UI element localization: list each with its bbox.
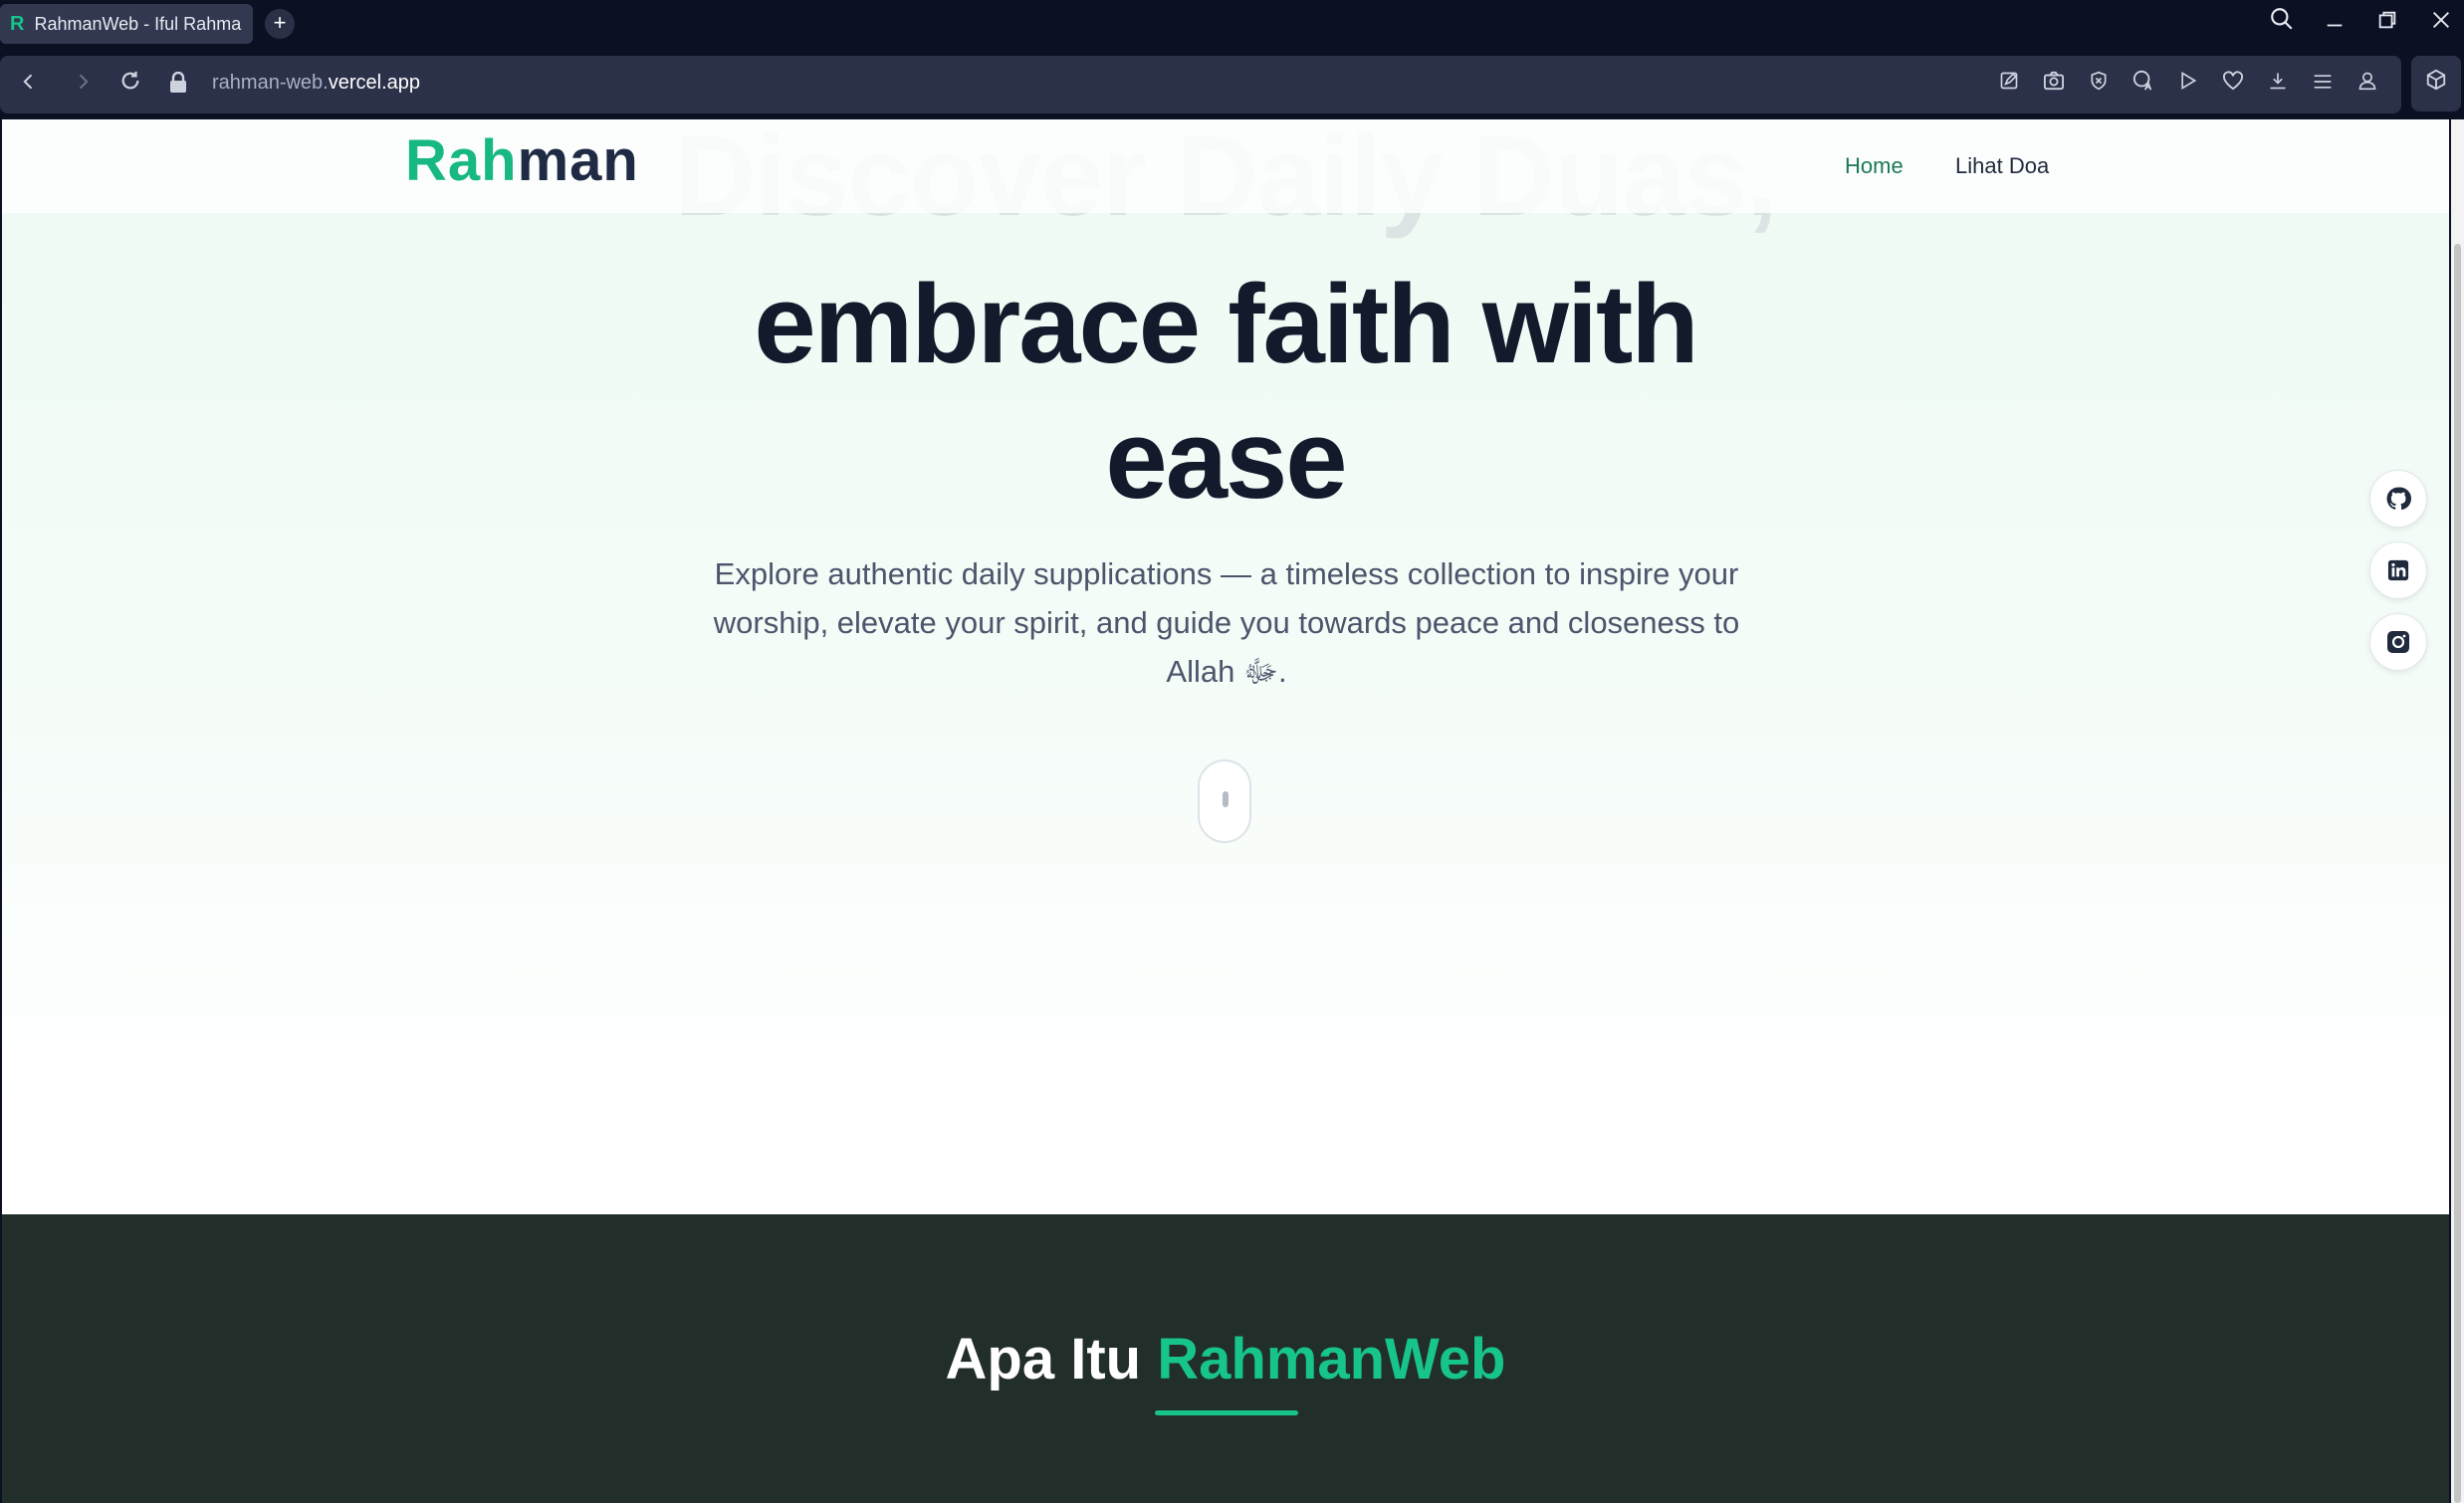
forward-icon[interactable]	[66, 68, 100, 102]
instagram-icon[interactable]	[2369, 613, 2427, 671]
logo-part2: man	[517, 128, 639, 193]
scroll-wheel	[1223, 791, 1229, 807]
url-prefix: rahman-web.	[212, 72, 329, 94]
scroll-indicator[interactable]	[1198, 759, 1251, 843]
shield-icon[interactable]	[2084, 70, 2114, 100]
scrollbar-thumb[interactable]	[2454, 244, 2461, 1503]
hero-heading-line3: ease	[1105, 397, 1347, 522]
logo-part1: Rah	[405, 128, 518, 193]
hero-heading-line2: embrace faith with	[754, 262, 1698, 386]
hero-subtitle: Explore authentic daily supplications — …	[713, 556, 1740, 689]
nav-lihat-doa[interactable]: Lihat Doa	[1955, 153, 2049, 179]
edit-icon[interactable]	[1994, 70, 2024, 100]
hero-heading: embrace faith with ease	[2, 257, 2449, 528]
hero-section: Discover Daily Duas, embrace faith with …	[2, 119, 2449, 1214]
search-icon[interactable]	[2264, 6, 2300, 42]
site-header: Rahman Home Lihat Doa	[2, 119, 2449, 213]
about-title-underline	[1155, 1410, 1298, 1415]
tab-favicon: R	[10, 12, 25, 35]
translate-icon[interactable]	[2128, 70, 2158, 100]
back-icon[interactable]	[12, 68, 46, 102]
about-title-prefix: Apa Itu	[945, 1327, 1158, 1392]
play-icon[interactable]	[2173, 70, 2203, 100]
heart-icon[interactable]	[2218, 70, 2248, 100]
browser-toolbar: rahman-web.vercel.app	[0, 54, 2464, 113]
nav-home[interactable]: Home	[1845, 153, 1904, 179]
close-icon[interactable]	[2423, 6, 2459, 42]
restore-icon[interactable]	[2369, 6, 2405, 42]
browser-tab[interactable]: R RahmanWeb - Iful Rahma	[0, 4, 253, 44]
reload-icon[interactable]	[113, 68, 147, 102]
tab-title: RahmanWeb - Iful Rahma	[34, 13, 242, 34]
browser-titlebar: R RahmanWeb - Iful Rahma +	[0, 0, 2464, 52]
about-title: Apa Itu RahmanWeb	[2, 1326, 2449, 1393]
profile-icon[interactable]	[2352, 70, 2382, 100]
url-field[interactable]: rahman-web.vercel.app	[212, 72, 420, 95]
about-title-accent: RahmanWeb	[1157, 1327, 1506, 1392]
download-icon[interactable]	[2263, 70, 2293, 100]
new-tab-button[interactable]: +	[265, 9, 295, 39]
extensions-icon[interactable]	[2411, 56, 2461, 111]
minimize-icon[interactable]	[2317, 6, 2352, 42]
url-domain: vercel.app	[328, 72, 420, 94]
linkedin-icon[interactable]	[2369, 541, 2427, 599]
address-bar-container: rahman-web.vercel.app	[0, 56, 2401, 113]
github-icon[interactable]	[2369, 470, 2427, 528]
menu-icon[interactable]	[2308, 70, 2338, 100]
web-page: Discover Daily Duas, embrace faith with …	[2, 119, 2449, 1503]
camera-icon[interactable]	[2039, 70, 2069, 100]
site-logo[interactable]: Rahman	[405, 127, 639, 194]
lock-icon[interactable]	[169, 71, 187, 94]
